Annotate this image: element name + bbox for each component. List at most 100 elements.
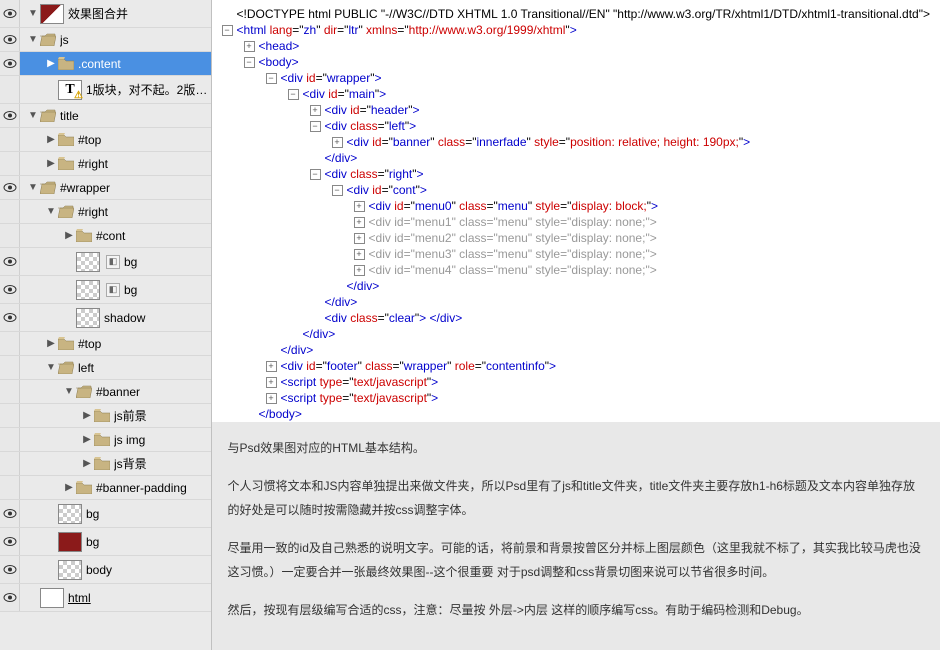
code-line[interactable]: <!DOCTYPE html PUBLIC "-//W3C//DTD XHTML… <box>222 6 930 22</box>
code-line[interactable]: −<div id="main"> <box>222 86 930 102</box>
expand-icon[interactable]: + <box>266 361 277 372</box>
layer-row[interactable]: ▼效果图合并 <box>0 0 211 28</box>
code-line[interactable]: </div> <box>222 150 930 166</box>
layer-row[interactable]: ▶js背景 <box>0 452 211 476</box>
layer-row[interactable]: ▶#cont <box>0 224 211 248</box>
visibility-toggle[interactable] <box>0 128 20 151</box>
code-line[interactable]: +<div id="menu0" class="menu" style="dis… <box>222 198 930 214</box>
expand-icon[interactable]: ▶ <box>80 452 94 475</box>
layer-row[interactable]: T1版块，对不起。2版块，... <box>0 76 211 104</box>
visibility-toggle[interactable] <box>0 76 20 103</box>
layer-row[interactable]: ▼#wrapper <box>0 176 211 200</box>
layers-panel[interactable]: ▼效果图合并▼js▶.contentT1版块，对不起。2版块，...▼title… <box>0 0 212 650</box>
collapse-icon[interactable]: − <box>310 169 321 180</box>
layer-row[interactable]: ▼left <box>0 356 211 380</box>
visibility-toggle[interactable] <box>0 28 20 51</box>
visibility-toggle[interactable] <box>0 556 20 583</box>
expand-icon[interactable]: ▶ <box>44 52 58 75</box>
layer-row[interactable]: ▶js前景 <box>0 404 211 428</box>
visibility-toggle[interactable] <box>0 356 20 379</box>
code-line[interactable]: </div> <box>222 342 930 358</box>
expand-icon[interactable]: ▶ <box>44 128 58 151</box>
code-line[interactable]: +<div id="banner" class="innerfade" styl… <box>222 134 930 150</box>
layer-row[interactable]: ◧bg <box>0 276 211 304</box>
visibility-toggle[interactable] <box>0 152 20 175</box>
code-line[interactable]: +<div id="header"> <box>222 102 930 118</box>
layer-row[interactable]: bg <box>0 500 211 528</box>
visibility-toggle[interactable] <box>0 176 20 199</box>
layer-row[interactable]: ▶#banner-padding <box>0 476 211 500</box>
expand-icon[interactable]: + <box>354 233 365 244</box>
visibility-toggle[interactable] <box>0 332 20 355</box>
expand-icon[interactable]: + <box>244 41 255 52</box>
collapse-icon[interactable]: − <box>310 121 321 132</box>
layer-row[interactable]: body <box>0 556 211 584</box>
code-line[interactable]: +<div id="menu4" class="menu" style="dis… <box>222 262 930 278</box>
visibility-toggle[interactable] <box>0 584 20 611</box>
layer-row[interactable]: ▶#top <box>0 128 211 152</box>
visibility-toggle[interactable] <box>0 428 20 451</box>
expand-icon[interactable]: + <box>266 377 277 388</box>
layer-row[interactable]: bg <box>0 528 211 556</box>
visibility-toggle[interactable] <box>0 248 20 275</box>
expand-icon[interactable]: ▶ <box>44 332 58 355</box>
collapse-icon[interactable]: − <box>222 25 233 36</box>
layer-row[interactable]: ▶#top <box>0 332 211 356</box>
layer-row[interactable]: html <box>0 584 211 612</box>
visibility-toggle[interactable] <box>0 476 20 499</box>
code-line[interactable]: </body> <box>222 406 930 422</box>
code-line[interactable]: </div> <box>222 294 930 310</box>
collapse-icon[interactable]: − <box>244 57 255 68</box>
collapse-icon[interactable]: ▼ <box>26 104 40 127</box>
code-line[interactable]: −<div class="left"> <box>222 118 930 134</box>
layer-row[interactable]: ▼title <box>0 104 211 128</box>
code-line[interactable]: <div class="clear"> </div> <box>222 310 930 326</box>
code-area[interactable]: <!DOCTYPE html PUBLIC "-//W3C//DTD XHTML… <box>212 0 940 422</box>
expand-icon[interactable]: + <box>332 137 343 148</box>
code-line[interactable]: +<div id="menu2" class="menu" style="dis… <box>222 230 930 246</box>
code-line[interactable]: +<div id="footer" class="wrapper" role="… <box>222 358 930 374</box>
collapse-icon[interactable]: ▼ <box>44 356 58 379</box>
code-line[interactable]: −<div id="cont"> <box>222 182 930 198</box>
layer-row[interactable]: ◧bg <box>0 248 211 276</box>
visibility-toggle[interactable] <box>0 404 20 427</box>
code-line[interactable]: +<script type="text/javascript"> <box>222 390 930 406</box>
collapse-icon[interactable]: − <box>332 185 343 196</box>
expand-icon[interactable]: + <box>354 249 365 260</box>
code-line[interactable]: +<div id="menu3" class="menu" style="dis… <box>222 246 930 262</box>
code-line[interactable]: −<div class="right"> <box>222 166 930 182</box>
layer-row[interactable]: ▶#right <box>0 152 211 176</box>
collapse-icon[interactable]: ▼ <box>44 200 58 223</box>
layer-row[interactable]: ▶js img <box>0 428 211 452</box>
collapse-icon[interactable]: ▼ <box>26 28 40 51</box>
expand-icon[interactable]: ▶ <box>62 476 76 499</box>
code-line[interactable]: +<head> <box>222 38 930 54</box>
visibility-toggle[interactable] <box>0 104 20 127</box>
layer-row[interactable]: shadow <box>0 304 211 332</box>
visibility-toggle[interactable] <box>0 380 20 403</box>
code-line[interactable]: +<div id="menu1" class="menu" style="dis… <box>222 214 930 230</box>
code-line[interactable]: +<script type="text/javascript"> <box>222 374 930 390</box>
expand-icon[interactable]: + <box>354 217 365 228</box>
expand-icon[interactable]: ▶ <box>62 224 76 247</box>
expand-icon[interactable]: + <box>354 201 365 212</box>
visibility-toggle[interactable] <box>0 224 20 247</box>
visibility-toggle[interactable] <box>0 276 20 303</box>
expand-icon[interactable]: + <box>354 265 365 276</box>
layer-row[interactable]: ▼#banner <box>0 380 211 404</box>
visibility-toggle[interactable] <box>0 500 20 527</box>
collapse-icon[interactable]: ▼ <box>62 380 76 403</box>
layer-row[interactable]: ▶.content <box>0 52 211 76</box>
expand-icon[interactable]: ▶ <box>80 404 94 427</box>
code-line[interactable]: </div> <box>222 326 930 342</box>
collapse-icon[interactable]: − <box>288 89 299 100</box>
visibility-toggle[interactable] <box>0 304 20 331</box>
code-line[interactable]: −<div id="wrapper"> <box>222 70 930 86</box>
visibility-toggle[interactable] <box>0 200 20 223</box>
layer-row[interactable]: ▼#right <box>0 200 211 224</box>
visibility-toggle[interactable] <box>0 452 20 475</box>
code-line[interactable]: </div> <box>222 278 930 294</box>
expand-icon[interactable]: + <box>266 393 277 404</box>
collapse-icon[interactable]: ▼ <box>26 0 40 27</box>
expand-icon[interactable]: + <box>310 105 321 116</box>
